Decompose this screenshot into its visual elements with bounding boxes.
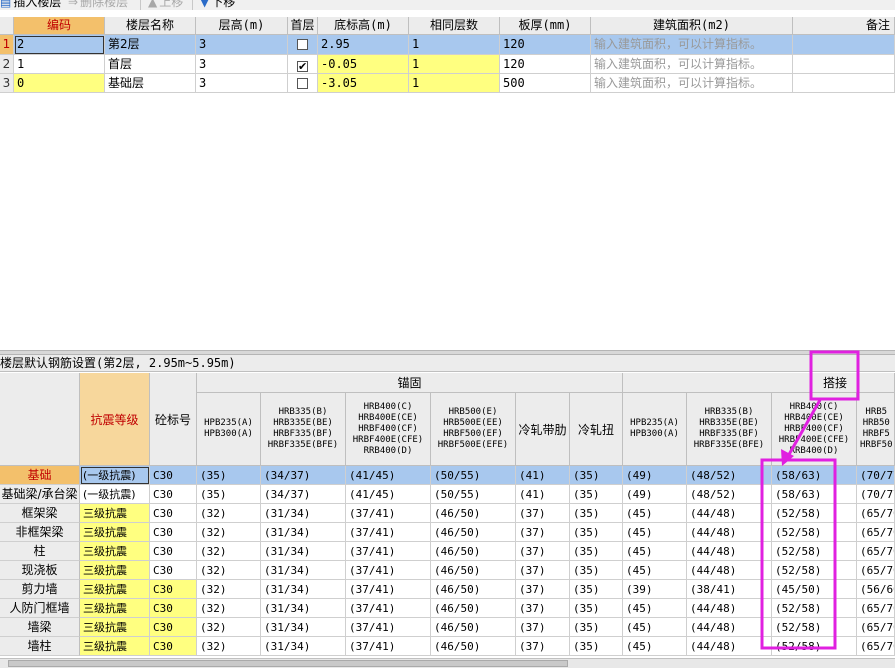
- lap-column-highlight-box: [760, 458, 837, 650]
- annotation-arrow-line: [785, 399, 822, 459]
- annotation-overlay: [760, 350, 860, 650]
- scrollbar-thumb[interactable]: [8, 660, 568, 667]
- lap-header-highlight-box: [809, 350, 860, 401]
